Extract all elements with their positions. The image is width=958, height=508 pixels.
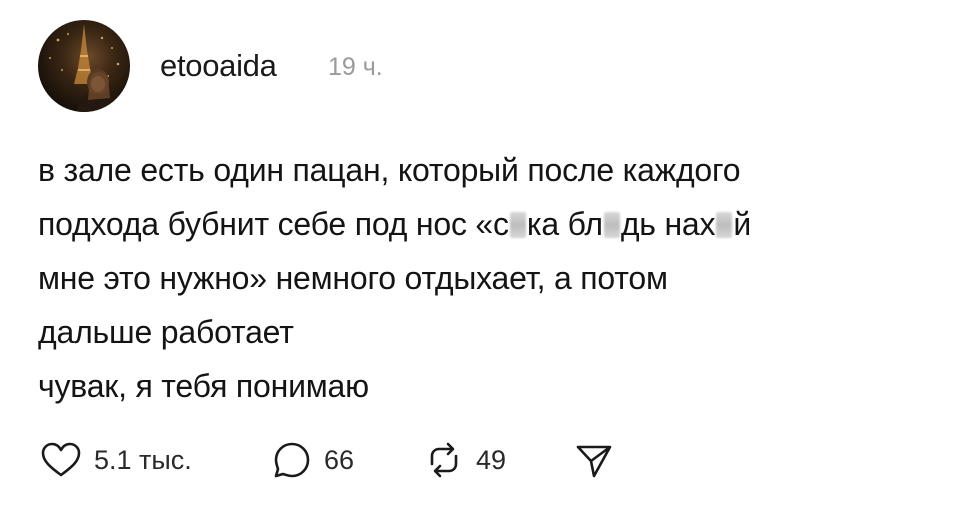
repost-count: 49 xyxy=(476,444,507,475)
post-line: мне это нужно» немного отдыхает, а потом xyxy=(38,260,668,296)
comment-button[interactable]: 66 xyxy=(272,440,424,480)
like-button[interactable]: 5.1 тыс. xyxy=(40,441,272,479)
post-text-segment: й xyxy=(733,206,752,242)
comment-icon xyxy=(274,442,310,478)
post-text-segment: дь нах xyxy=(620,206,716,242)
avatar[interactable] xyxy=(38,20,130,112)
post-text-segment: ка бл xyxy=(526,206,603,242)
avatar-image xyxy=(49,24,122,112)
author-name[interactable]: etooaida xyxy=(160,48,277,84)
post-line-censored: подхода бубнит себе под нос «с ка бл дь на… xyxy=(38,197,943,251)
post-timestamp: 19 ч. xyxy=(328,53,383,81)
post-text-segment: подхода бубнит себе под нос «с xyxy=(38,206,509,242)
post-line: чувак, я тебя понимаю xyxy=(38,368,369,404)
repost-button[interactable]: 49 xyxy=(424,440,574,480)
post-body: в зале есть один пацан, который после ка… xyxy=(38,143,943,413)
post-actions: 5.1 тыс. 66 49 xyxy=(40,440,614,480)
censor-blur xyxy=(603,212,620,238)
post-line: в зале есть один пацан, который после ка… xyxy=(38,152,741,188)
share-icon xyxy=(576,445,612,478)
heart-icon xyxy=(41,442,81,477)
censor-blur xyxy=(716,212,733,238)
share-button[interactable] xyxy=(574,440,614,480)
post-line: дальше работает xyxy=(38,314,294,350)
repost-icon xyxy=(430,442,458,478)
censor-blur xyxy=(509,212,526,238)
like-count: 5.1 тыс. xyxy=(94,444,192,475)
comment-count: 66 xyxy=(324,444,355,475)
